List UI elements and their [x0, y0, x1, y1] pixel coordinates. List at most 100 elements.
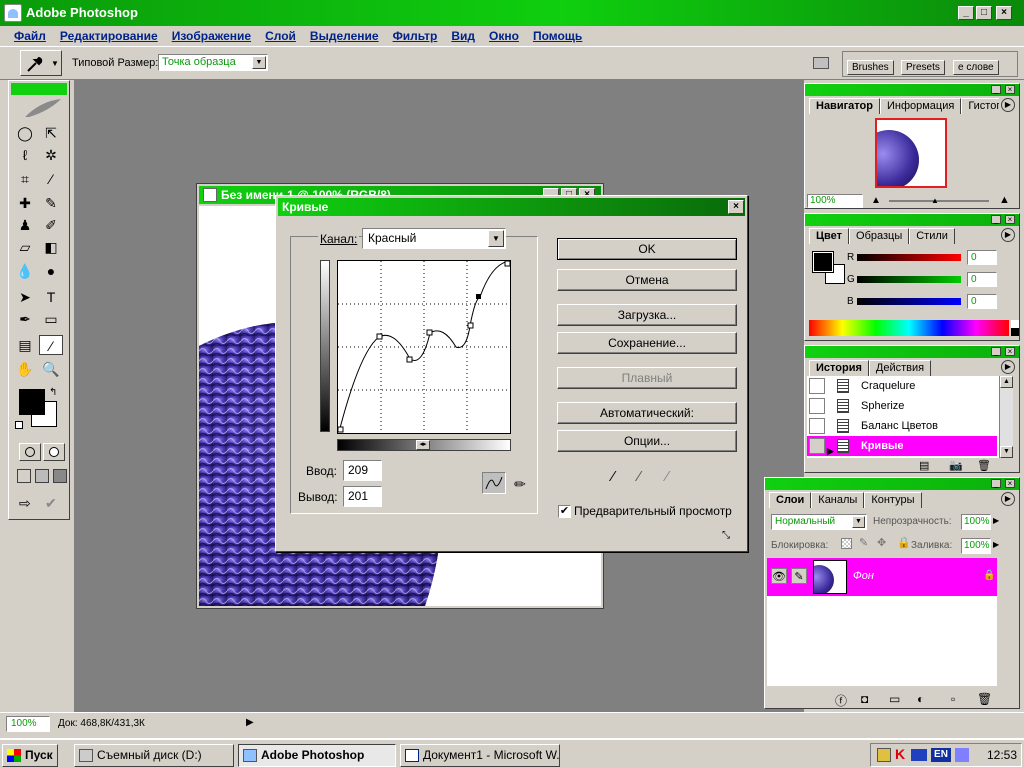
panel-minimize-icon[interactable]: _ — [991, 85, 1001, 94]
status-menu-arrow-icon[interactable]: ▶ — [246, 717, 254, 728]
tray-misc-icon[interactable] — [955, 748, 969, 762]
screen-mode-standard-icon[interactable] — [17, 469, 31, 483]
history-brush-source-icon[interactable]: ▶ — [827, 441, 834, 458]
language-indicator[interactable]: EN — [931, 748, 951, 762]
lock-all-icon[interactable]: 🔒 — [897, 536, 911, 549]
expand-dialog-icon[interactable]: ⤡ — [722, 530, 736, 542]
ok-button[interactable]: OK — [557, 238, 737, 260]
tab-channels[interactable]: Каналы — [811, 492, 865, 508]
marquee-tool-icon[interactable]: ◯ — [13, 123, 37, 143]
channel-r-slider[interactable] — [857, 254, 961, 261]
load-button[interactable]: Загрузка... — [557, 304, 737, 326]
panel-close-icon[interactable]: × — [1005, 347, 1015, 356]
stamp-tool-icon[interactable]: ♟ — [13, 215, 37, 235]
menu-filter[interactable]: Фильтр — [393, 26, 438, 46]
move-tool-icon[interactable]: ⇱ — [39, 123, 63, 143]
dodge-tool-icon[interactable]: ● — [39, 261, 63, 281]
curves-close-button[interactable]: × — [728, 200, 744, 214]
magic-wand-icon[interactable]: ✲ — [39, 145, 63, 165]
preview-checkbox[interactable]: ✔ — [558, 505, 571, 518]
brush-edit-icon[interactable]: ✎ — [791, 568, 807, 584]
menu-image[interactable]: Изображение — [172, 26, 251, 46]
eraser-tool-icon[interactable]: ▱ — [13, 237, 37, 257]
history-snapshot-box[interactable] — [809, 418, 825, 434]
network-icon[interactable] — [911, 749, 927, 761]
tab-swatches[interactable]: Образцы — [849, 228, 910, 244]
menu-edit[interactable]: Редактирование — [60, 26, 158, 46]
close-button[interactable]: × — [996, 6, 1012, 20]
delete-layer-icon[interactable]: 🗑 — [977, 692, 992, 706]
tab-actions[interactable]: Действия — [868, 360, 932, 376]
scroll-up-icon[interactable]: ▲ — [1000, 376, 1013, 388]
snapshot-camera-icon[interactable]: 📷 — [949, 459, 963, 472]
menu-window[interactable]: Окно — [489, 26, 519, 46]
zoom-tool-icon[interactable]: 🔍 — [39, 359, 63, 379]
history-item[interactable]: Баланс Цветов — [807, 416, 997, 436]
default-colors-icon[interactable] — [15, 421, 23, 429]
start-button[interactable]: Пуск — [2, 744, 58, 767]
layer-style-icon[interactable]: ⓕ — [835, 692, 847, 709]
shape-tool-icon[interactable]: ▭ — [39, 309, 63, 329]
palette-tab-extra[interactable]: е слове — [953, 60, 999, 75]
eyedropper-tool-icon[interactable]: ⁄ — [39, 335, 63, 355]
color-ramp-bw[interactable] — [1011, 320, 1019, 336]
tab-info[interactable]: Информация — [879, 98, 962, 114]
lasso-tool-icon[interactable]: ℓ — [13, 145, 37, 165]
maximize-button[interactable]: □ — [976, 6, 992, 20]
channel-select[interactable]: Красный ▼ — [362, 228, 506, 249]
file-browser-icon[interactable] — [808, 51, 834, 75]
channel-g-field[interactable]: 0 — [967, 272, 997, 287]
crop-tool-icon[interactable]: ⌗ — [13, 169, 37, 189]
eye-visibility-icon[interactable]: 👁 — [771, 568, 787, 584]
panel-menu-icon[interactable]: ▶ — [1001, 360, 1015, 374]
zoom-in-icon[interactable]: ▲ — [999, 194, 1010, 206]
task-removable-disk[interactable]: Съемный диск (D:) — [74, 744, 234, 767]
healing-brush-icon[interactable]: ✚ — [13, 193, 37, 213]
history-item[interactable]: Spherize — [807, 396, 997, 416]
standard-mode-icon[interactable] — [19, 443, 41, 461]
cancel-button[interactable]: Отмена — [557, 269, 737, 291]
screen-mode-full-menu-icon[interactable] — [35, 469, 49, 483]
pen-tool-icon[interactable]: ✒ — [13, 309, 37, 329]
task-word[interactable]: Документ1 - Microsoft W... — [400, 744, 560, 767]
zoom-slider-track[interactable] — [889, 200, 989, 202]
navigator-thumbnail[interactable] — [875, 118, 947, 188]
palette-tab-presets[interactable]: Presets — [901, 60, 945, 75]
panel-close-icon[interactable]: × — [1005, 479, 1015, 488]
jump-to-imageready-icon[interactable]: ⇨ — [19, 495, 39, 511]
lock-paint-icon[interactable]: ✎ — [859, 536, 868, 549]
minimize-button[interactable]: _ — [958, 6, 974, 20]
blend-mode-select[interactable]: Нормальный ▼ — [771, 514, 867, 530]
swap-colors-icon[interactable]: ↰ — [49, 387, 57, 398]
channel-b-field[interactable]: 0 — [967, 294, 997, 309]
white-eyedropper-icon[interactable]: ⁄ — [666, 468, 669, 485]
gradient-direction-toggle[interactable]: ◂▸ — [416, 440, 430, 450]
options-button[interactable]: Опции... — [557, 430, 737, 452]
tab-styles[interactable]: Стили — [909, 228, 955, 244]
palette-tab-brushes[interactable]: Brushes — [847, 60, 894, 75]
history-brush-icon[interactable]: ✐ — [39, 215, 63, 235]
panel-minimize-icon[interactable]: _ — [991, 347, 1001, 356]
tab-layers[interactable]: Слои — [769, 492, 812, 508]
imageready-check-icon[interactable]: ✔ — [45, 495, 65, 511]
brush-tool-icon[interactable]: ✎ — [39, 193, 63, 213]
curve-graph[interactable] — [337, 260, 511, 434]
gray-eyedropper-icon[interactable]: ⁄ — [638, 468, 641, 485]
output-field[interactable]: 201 — [343, 486, 382, 507]
color-ramp[interactable] — [809, 320, 1009, 336]
history-snapshot-box[interactable] — [809, 398, 825, 414]
lock-move-icon[interactable]: ✥ — [877, 536, 886, 549]
panel-menu-icon[interactable]: ▶ — [1001, 492, 1015, 506]
layer-mask-icon[interactable]: ◘ — [861, 692, 868, 706]
slice-tool-icon[interactable]: ⁄ — [39, 169, 63, 189]
blur-tool-icon[interactable]: 💧 — [13, 261, 37, 281]
hand-tool-icon[interactable]: ✋ — [13, 359, 37, 379]
tab-color[interactable]: Цвет — [809, 228, 850, 244]
trash-icon[interactable]: 🗑 — [977, 459, 991, 472]
path-select-icon[interactable]: ➤ — [13, 287, 37, 307]
tab-paths[interactable]: Контуры — [864, 492, 922, 508]
channel-g-slider[interactable] — [857, 276, 961, 283]
history-snapshot-box[interactable] — [809, 438, 825, 454]
panel-minimize-icon[interactable]: _ — [991, 479, 1001, 488]
menu-select[interactable]: Выделение — [310, 26, 379, 46]
